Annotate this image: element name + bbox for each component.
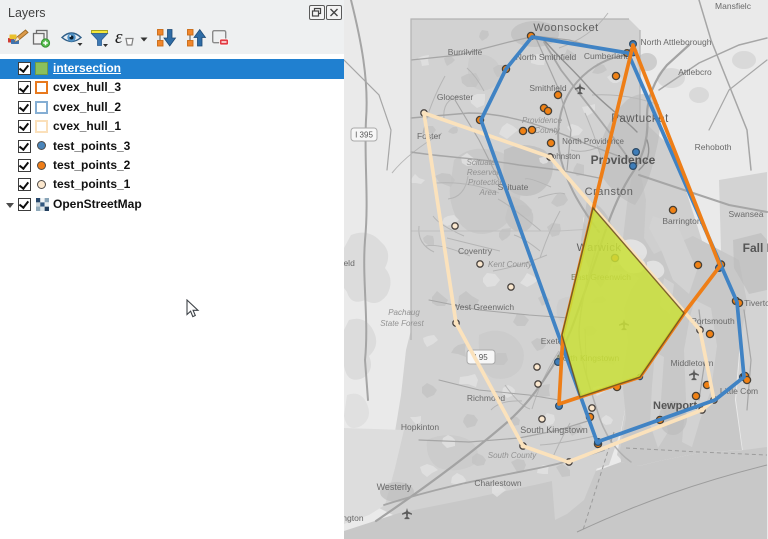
svg-text:Coventry: Coventry: [458, 246, 493, 256]
svg-text:Hopkinton: Hopkinton: [401, 422, 440, 432]
svg-text:Charlestown: Charlestown: [474, 478, 522, 488]
svg-text:Portsmouth: Portsmouth: [691, 316, 735, 326]
svg-text:Mansfielc: Mansfielc: [715, 1, 752, 11]
svg-text:Woonsocket: Woonsocket: [533, 22, 598, 34]
svg-text:Providence: Providence: [591, 153, 656, 167]
svg-text:field: field: [344, 258, 355, 268]
svg-text:Providence: Providence: [522, 116, 563, 125]
svg-text:Glocester: Glocester: [437, 92, 474, 102]
svg-text:South County: South County: [488, 451, 537, 460]
svg-text:Scituate: Scituate: [467, 158, 496, 167]
svg-text:Cranston: Cranston: [585, 186, 634, 198]
svg-text:North Attleborough: North Attleborough: [641, 37, 712, 47]
svg-text:Fall R: Fall R: [743, 241, 768, 255]
svg-text:Pachaug: Pachaug: [388, 308, 420, 317]
svg-text:Rehoboth: Rehoboth: [695, 142, 732, 152]
svg-text:South Kingstown: South Kingstown: [520, 425, 588, 435]
svg-text:I 395: I 395: [355, 131, 373, 140]
svg-text:State Forest: State Forest: [380, 319, 424, 328]
svg-text:Protection: Protection: [468, 178, 505, 187]
svg-text:West Greenwich: West Greenwich: [452, 302, 514, 312]
svg-text:ε: ε: [115, 27, 123, 48]
svg-text:Burrilville: Burrilville: [448, 47, 483, 57]
svg-text:North Smithfield: North Smithfield: [516, 52, 577, 62]
svg-text:Tiverto: Tiverto: [744, 298, 768, 308]
svg-text:Westerly: Westerly: [377, 482, 412, 492]
svg-text:Area: Area: [479, 188, 497, 197]
svg-text:ington: ington: [344, 513, 364, 523]
svg-text:Attlebcro: Attlebcro: [678, 67, 712, 77]
svg-text:Smithfield: Smithfield: [529, 83, 567, 93]
svg-text:County: County: [534, 126, 560, 135]
svg-text:Kent County: Kent County: [488, 260, 533, 269]
svg-text:Reservoir: Reservoir: [467, 168, 502, 177]
svg-text:Barrington: Barrington: [662, 216, 701, 226]
svg-text:Swansea: Swansea: [729, 209, 764, 219]
svg-text:North Providence: North Providence: [562, 137, 624, 146]
